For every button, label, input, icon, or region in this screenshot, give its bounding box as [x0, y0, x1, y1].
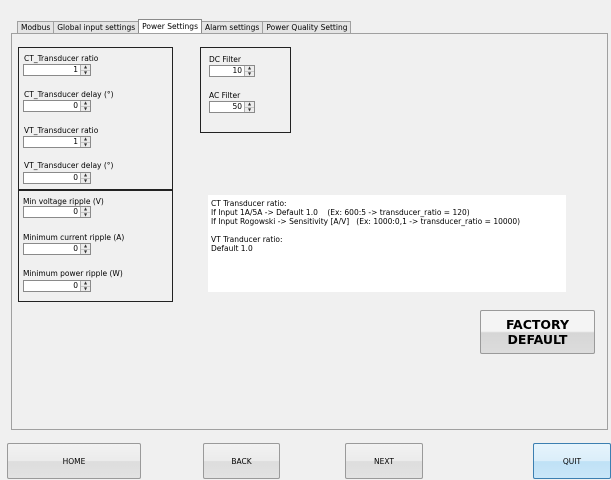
info-line: CT Transducer ratio: [211, 199, 287, 208]
ac-filter-label: AC Filter [209, 91, 241, 100]
min-power-ripple-label: Minimum power ripple (W) [23, 269, 123, 278]
dc-filter-label: DC Filter [209, 55, 241, 64]
spinbox-value: 0 [73, 244, 78, 253]
vt-transducer-delay-spinbox[interactable]: 0 ▲ ▼ [23, 172, 91, 184]
ac-filter-spinbox[interactable]: 50 ▲ ▼ [209, 101, 255, 113]
info-line: VT Tranducer ratio: [211, 235, 283, 244]
back-button-label: BACK [231, 456, 252, 466]
tab-global-input-settings[interactable]: Global input settings [53, 21, 140, 33]
factory-default-button[interactable]: FACTORY DEFAULT [480, 310, 595, 354]
spinbox-value: 0 [73, 207, 78, 216]
spinbox-value: 0 [73, 173, 78, 182]
vt-transducer-ratio-spinbox[interactable]: 1 ▲ ▼ [23, 136, 91, 148]
spinbox-value: 10 [232, 66, 242, 75]
tab-alarm-settings[interactable]: Alarm settings [200, 21, 264, 33]
tab-modbus[interactable]: Modbus [17, 21, 55, 33]
back-button[interactable]: BACK [203, 443, 280, 479]
min-current-ripple-spinbox[interactable]: 0 ▲ ▼ [23, 243, 91, 255]
spin-down-icon[interactable]: ▼ [81, 141, 90, 148]
home-button-label: HOME [62, 456, 86, 466]
next-button[interactable]: NEXT [345, 443, 423, 479]
min-power-ripple-spinbox[interactable]: 0 ▲ ▼ [23, 280, 91, 292]
tab-bar: Modbus Global input settings Power Setti… [17, 19, 352, 33]
info-line: If Input Rogowski -> Sensitivity [A/V] (… [211, 217, 521, 226]
spin-down-icon[interactable]: ▼ [81, 105, 90, 112]
min-voltage-ripple-spinbox[interactable]: 0 ▲ ▼ [23, 206, 91, 218]
info-line: Default 1.0 [211, 244, 253, 253]
next-button-label: NEXT [374, 456, 394, 466]
spin-down-icon[interactable]: ▼ [81, 285, 90, 292]
spinbox-value: 50 [232, 102, 242, 111]
info-line: If Input 1A/5A -> Default 1.0 (Ex: 600:5… [211, 208, 470, 217]
info-line [211, 226, 563, 235]
home-button[interactable]: HOME [7, 443, 141, 479]
min-current-ripple-label: Minimum current ripple (A) [23, 233, 125, 242]
dc-filter-spinbox[interactable]: 10 ▲ ▼ [209, 65, 255, 77]
tab-power-settings[interactable]: Power Settings [138, 19, 202, 33]
spin-down-icon[interactable]: ▼ [81, 248, 90, 255]
spinbox-value: 1 [73, 137, 78, 146]
ct-transducer-ratio-spinbox[interactable]: 1 ▲ ▼ [23, 64, 91, 76]
factory-default-label-line1: FACTORY [505, 317, 570, 332]
spin-down-icon[interactable]: ▼ [245, 106, 254, 113]
spinbox-value: 0 [73, 281, 78, 290]
vt-transducer-ratio-label: VT_Transducer ratio [24, 126, 99, 135]
info-text-box: CT Transducer ratio: If Input 1A/5A -> D… [208, 195, 566, 292]
ct-transducer-ratio-label: CT_Transducer ratio [24, 54, 99, 63]
spin-down-icon[interactable]: ▼ [81, 211, 90, 218]
spinbox-value: 1 [73, 65, 78, 74]
factory-default-label-line2: DEFAULT [507, 332, 568, 347]
spin-down-icon[interactable]: ▼ [81, 69, 90, 76]
ct-transducer-delay-spinbox[interactable]: 0 ▲ ▼ [23, 100, 91, 112]
spinbox-value: 0 [73, 101, 78, 110]
min-voltage-ripple-label: Min voltage ripple (V) [23, 197, 104, 206]
ct-transducer-delay-label: CT_Transducer delay (°) [24, 90, 114, 99]
spin-down-icon[interactable]: ▼ [245, 70, 254, 77]
quit-button-label: QUIT [562, 456, 582, 466]
vt-transducer-delay-label: VT_Transducer delay (°) [24, 161, 114, 170]
quit-button[interactable]: QUIT [533, 443, 611, 479]
spin-down-icon[interactable]: ▼ [81, 177, 90, 184]
tab-power-quality-setting[interactable]: Power Quality Setting [262, 21, 352, 33]
